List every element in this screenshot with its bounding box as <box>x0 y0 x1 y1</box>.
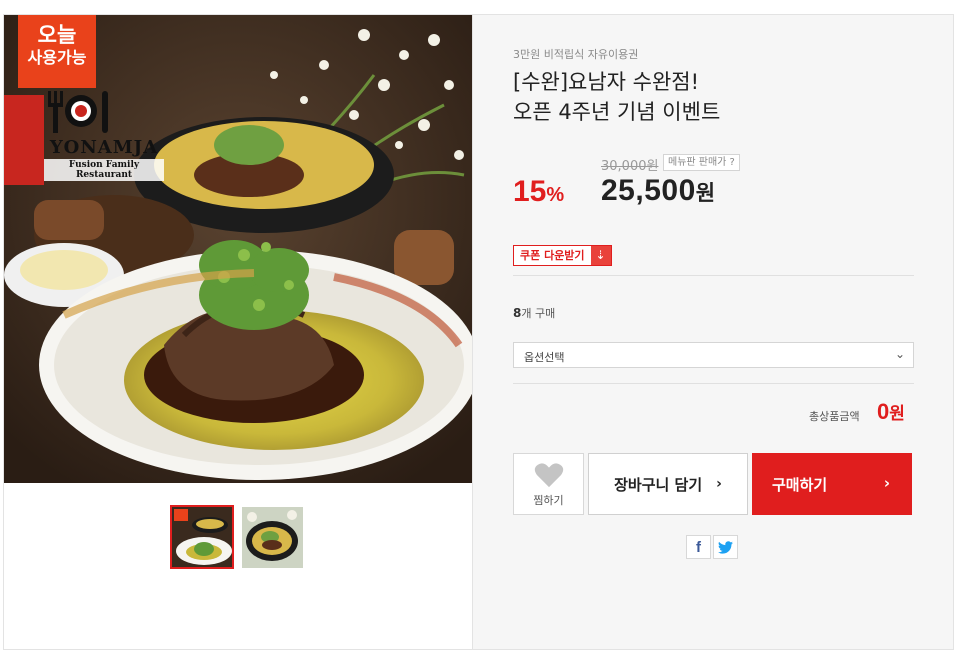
total-price-unit: 원 <box>889 404 905 423</box>
sale-price-value: 25,500 <box>601 174 696 207</box>
original-price: 30,000원 <box>601 159 659 174</box>
wishlist-button[interactable]: 찜하기 <box>513 453 584 515</box>
heart-icon <box>534 463 563 488</box>
logo-tagline: Fusion Family Restaurant <box>44 159 164 181</box>
restaurant-logo: YONAMJA Fusion Family Restaurant <box>44 87 164 181</box>
total-price: 0원 <box>877 399 905 425</box>
menu-price-button[interactable]: 메뉴판 판매가 ? <box>663 154 740 171</box>
total-price-label: 총상품금액 <box>809 410 860 423</box>
facebook-icon: f <box>696 538 701 556</box>
sale-price: 25,500원 <box>601 174 715 208</box>
chevron-right-icon: › <box>883 474 890 492</box>
facebook-share-button[interactable]: f <box>686 535 711 559</box>
coupon-download-label: 쿠폰 다운받기 <box>520 249 585 262</box>
logo-name: YONAMJA <box>49 137 159 158</box>
product-info-panel: 3만원 비적립식 자유이용권 [수완]요남자 수완점! 오픈 4주년 기념 이벤… <box>472 15 953 649</box>
option-select[interactable]: 옵션선택 ⌄ <box>513 342 914 368</box>
thumbnail-2[interactable] <box>242 507 303 568</box>
buy-now-button[interactable]: 구매하기 › <box>752 453 912 515</box>
purchase-count-suffix: 개 구매 <box>521 307 556 320</box>
main-product-image: 오늘 사용가능 YONAMJA Fusion Family Restaurant <box>4 15 472 483</box>
sale-price-unit: 원 <box>695 182 716 205</box>
thumbnail-1[interactable] <box>170 505 234 569</box>
share-buttons: f <box>686 535 738 559</box>
product-gallery: 오늘 사용가능 YONAMJA Fusion Family Restaurant <box>4 15 472 649</box>
twitter-icon <box>718 540 733 554</box>
discount-rate: 15% <box>513 175 564 209</box>
add-to-cart-label: 장바구니 담기 <box>614 475 703 494</box>
fork-plate-knife-icon <box>48 91 108 133</box>
product-title-line1: [수완]요남자 수완점! <box>513 70 700 94</box>
total-price-value: 0 <box>877 399 890 424</box>
discount-unit: % <box>546 184 565 206</box>
chevron-down-icon: ⌄ <box>894 347 905 361</box>
product-detail-panel: 오늘 사용가능 YONAMJA Fusion Family Restaurant <box>3 14 954 650</box>
discount-value: 15 <box>513 175 547 208</box>
product-title-line2: 오픈 4주년 기념 이벤트 <box>513 100 721 124</box>
download-icon: ⇣ <box>590 246 611 265</box>
product-title: [수완]요남자 수완점! 오픈 4주년 기념 이벤트 <box>513 67 720 127</box>
badge-line1: 오늘 <box>37 24 77 47</box>
today-available-badge: 오늘 사용가능 <box>18 15 96 88</box>
coupon-download-button[interactable]: 쿠폰 다운받기 ⇣ <box>513 245 612 266</box>
product-category: 3만원 비적립식 자유이용권 <box>513 48 639 61</box>
divider <box>513 275 914 276</box>
badge-line2: 사용가능 <box>27 50 87 67</box>
option-select-label: 옵션선택 <box>524 351 565 364</box>
buy-now-label: 구매하기 <box>772 475 828 494</box>
twitter-share-button[interactable] <box>713 535 738 559</box>
add-to-cart-button[interactable]: 장바구니 담기 › <box>588 453 748 515</box>
chevron-right-icon: › <box>716 476 722 492</box>
purchase-count: 8개 구매 <box>513 305 555 321</box>
wishlist-label: 찜하기 <box>533 494 564 507</box>
divider <box>513 383 914 384</box>
